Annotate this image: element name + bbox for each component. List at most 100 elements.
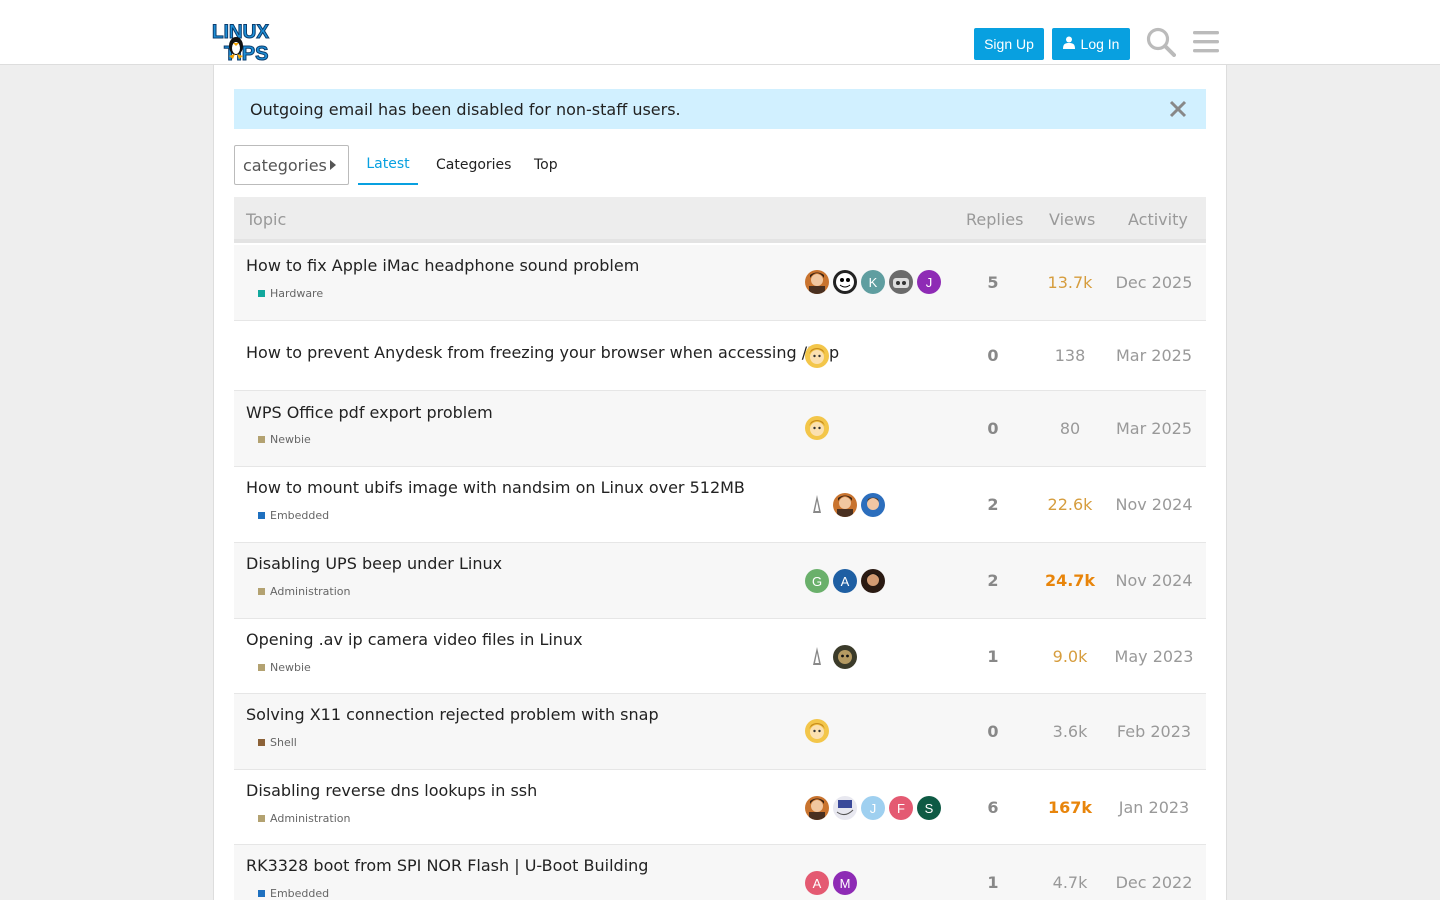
topic-title[interactable]: How to mount ubifs image with nandsim on… <box>246 478 745 497</box>
avatar[interactable] <box>805 719 829 743</box>
topic-title[interactable]: Opening .av ip camera video files in Lin… <box>246 630 583 649</box>
topic-category[interactable]: Hardware <box>258 287 323 300</box>
topic-category[interactable]: Shell <box>258 736 297 749</box>
avatar[interactable] <box>805 796 829 820</box>
column-topic[interactable]: Topic <box>246 210 286 229</box>
topic-category[interactable]: Administration <box>258 585 351 598</box>
avatar[interactable] <box>833 796 857 820</box>
avatar[interactable] <box>861 493 885 517</box>
category-color-swatch <box>258 588 265 595</box>
avatar[interactable] <box>805 344 829 368</box>
activity-date[interactable]: Dec 2022 <box>1112 873 1196 892</box>
avatar[interactable] <box>805 645 829 669</box>
replies-count: 5 <box>987 273 999 292</box>
topic-title[interactable]: Disabling UPS beep under Linux <box>246 554 502 573</box>
replies-count: 2 <box>987 571 999 590</box>
tab-top[interactable]: Top <box>534 145 558 185</box>
category-color-swatch <box>258 664 265 671</box>
categories-dropdown-label: categories <box>243 155 327 175</box>
topic-category[interactable]: Administration <box>258 812 351 825</box>
table-row: Disabling reverse dns lookups in ssh Adm… <box>234 770 1206 845</box>
topic-posters <box>805 719 829 743</box>
topic-category[interactable]: Newbie <box>258 661 311 674</box>
avatar[interactable] <box>805 493 829 517</box>
avatar[interactable]: K <box>861 270 885 294</box>
category-color-swatch <box>258 890 265 897</box>
table-row: Opening .av ip camera video files in Lin… <box>234 619 1206 694</box>
column-activity[interactable]: Activity <box>1128 210 1188 229</box>
categories-dropdown[interactable]: categories <box>234 145 349 185</box>
column-views[interactable]: Views <box>1049 210 1095 229</box>
table-row: How to mount ubifs image with nandsim on… <box>234 467 1206 543</box>
views-count: 24.7k <box>1044 571 1096 590</box>
hamburger-menu-icon[interactable] <box>1190 26 1222 58</box>
activity-date[interactable]: Jan 2023 <box>1112 798 1196 817</box>
activity-date[interactable]: Dec 2025 <box>1112 273 1196 292</box>
activity-date[interactable]: Mar 2025 <box>1112 346 1196 365</box>
category-color-swatch <box>258 512 265 519</box>
activity-date[interactable]: Nov 2024 <box>1112 495 1196 514</box>
alert-text: Outgoing email has been disabled for non… <box>250 99 681 119</box>
sign-up-button[interactable]: Sign Up <box>974 28 1044 60</box>
tab-categories[interactable]: Categories <box>436 145 511 185</box>
topic-title[interactable]: Disabling reverse dns lookups in ssh <box>246 781 537 800</box>
avatar[interactable] <box>889 270 913 294</box>
avatar[interactable] <box>833 270 857 294</box>
avatar[interactable] <box>833 645 857 669</box>
avatar[interactable]: F <box>889 796 913 820</box>
user-icon <box>1062 36 1075 52</box>
log-in-button[interactable]: Log In <box>1052 28 1130 60</box>
avatar[interactable]: J <box>861 796 885 820</box>
topic-title[interactable]: Solving X11 connection rejected problem … <box>246 705 659 724</box>
views-count: 9.0k <box>1052 647 1088 666</box>
avatar[interactable] <box>861 569 885 593</box>
category-color-swatch <box>258 739 265 746</box>
topic-posters: G A <box>805 569 885 593</box>
category-color-swatch <box>258 436 265 443</box>
table-row: How to fix Apple iMac headphone sound pr… <box>234 245 1206 321</box>
avatar[interactable]: A <box>833 569 857 593</box>
topic-category[interactable]: Newbie <box>258 433 311 446</box>
sign-up-label: Sign Up <box>984 36 1034 52</box>
views-count: 4.7k <box>1052 873 1088 892</box>
category-name: Newbie <box>270 433 311 446</box>
avatar[interactable]: G <box>805 569 829 593</box>
views-count: 22.6k <box>1047 495 1093 514</box>
site-logo[interactable]: LINUX TIPS <box>210 18 278 66</box>
search-icon[interactable] <box>1145 26 1177 58</box>
activity-date[interactable]: Mar 2025 <box>1112 419 1196 438</box>
tab-latest[interactable]: Latest <box>358 145 418 185</box>
site-header: LINUX TIPS Sign Up Log In <box>0 0 1440 66</box>
topic-category[interactable]: Embedded <box>258 509 329 522</box>
activity-date[interactable]: May 2023 <box>1112 647 1196 666</box>
category-color-swatch <box>258 290 265 297</box>
activity-date[interactable]: Nov 2024 <box>1112 571 1196 590</box>
replies-count: 1 <box>987 873 999 892</box>
category-name: Embedded <box>270 509 330 522</box>
topic-title[interactable]: How to fix Apple iMac headphone sound pr… <box>246 256 639 275</box>
avatar[interactable]: A <box>805 871 829 895</box>
topic-posters <box>805 344 829 368</box>
replies-count: 2 <box>987 495 999 514</box>
table-row: Disabling UPS beep under Linux Administr… <box>234 543 1206 619</box>
avatar[interactable] <box>805 416 829 440</box>
avatar[interactable] <box>805 270 829 294</box>
close-icon[interactable] <box>1168 99 1188 119</box>
topic-posters <box>805 493 885 517</box>
category-name: Hardware <box>270 287 324 300</box>
topic-title[interactable]: WPS Office pdf export problem <box>246 403 493 422</box>
avatar[interactable] <box>833 493 857 517</box>
column-replies[interactable]: Replies <box>966 210 1023 229</box>
topic-posters: J F S <box>805 796 941 820</box>
avatar[interactable]: M <box>833 871 857 895</box>
avatar[interactable]: S <box>917 796 941 820</box>
views-count: 3.6k <box>1052 722 1088 741</box>
topic-title[interactable]: How to prevent Anydesk from freezing you… <box>246 343 839 362</box>
avatar[interactable]: J <box>917 270 941 294</box>
topic-title[interactable]: RK3328 boot from SPI NOR Flash | U-Boot … <box>246 856 648 875</box>
activity-date[interactable]: Feb 2023 <box>1112 722 1196 741</box>
topic-posters <box>805 416 829 440</box>
topic-category[interactable]: Embedded <box>258 887 329 900</box>
replies-count: 0 <box>987 346 999 365</box>
log-in-label: Log In <box>1080 36 1120 52</box>
